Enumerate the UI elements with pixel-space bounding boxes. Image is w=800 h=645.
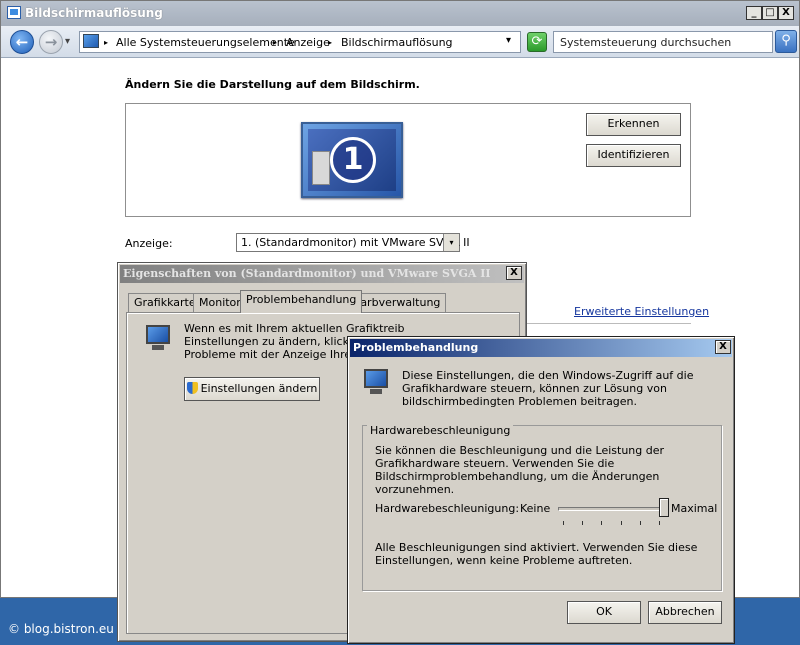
acceleration-slider-track[interactable]: [558, 507, 664, 511]
identify-button[interactable]: Identifizieren: [586, 144, 681, 167]
search-button[interactable]: ⚲: [775, 30, 797, 53]
display-settings-icon: [7, 6, 21, 19]
slider-tick: [601, 521, 603, 525]
troubleshoot-dialog-titlebar[interactable]: Problembehandlung: [350, 339, 732, 357]
breadcrumb-separator-icon: ▸: [104, 38, 109, 47]
window-titlebar[interactable]: Bildschirmauflösung _ □ X: [1, 1, 799, 26]
forward-arrow-icon: →: [44, 33, 58, 51]
properties-close-button[interactable]: X: [506, 266, 522, 280]
slider-tick: [563, 521, 564, 525]
properties-dialog-title: Eigenschaften von (Standardmonitor) und …: [123, 267, 491, 280]
navigation-bar: ← → ▾ ▸ Alle Systemsteuerungselemente ▸ …: [1, 26, 799, 58]
computer-icon: [362, 369, 390, 395]
computer-icon: [144, 325, 172, 351]
back-arrow-icon: ←: [15, 33, 29, 51]
cancel-button[interactable]: Abbrechen: [648, 601, 722, 624]
acceleration-slider-thumb[interactable]: [659, 498, 669, 517]
back-button[interactable]: ←: [10, 30, 34, 54]
window-thumbnail-icon: [312, 151, 330, 185]
tab-grafikkarte[interactable]: Grafikkarte: [128, 293, 202, 312]
monitor-number: 1: [330, 137, 376, 183]
window-title: Bildschirmauflösung: [25, 6, 163, 20]
slider-tick: [620, 521, 622, 525]
recent-pages-dropdown[interactable]: ▾: [65, 36, 70, 47]
troubleshoot-description: Diese Einstellungen, die den Windows-Zug…: [402, 369, 694, 408]
refresh-icon: ⟳: [531, 34, 543, 49]
change-settings-button[interactable]: Einstellungen ändern: [184, 377, 320, 401]
uac-shield-icon: [186, 382, 198, 394]
watermark: © blog.bistron.eu: [8, 622, 114, 636]
chevron-down-icon[interactable]: ▾: [443, 234, 459, 251]
change-settings-label: Einstellungen ändern: [200, 382, 318, 395]
display-select-value: 1. (Standardmonitor) mit VMware SVGA II: [241, 236, 470, 249]
search-icon: ⚲: [781, 33, 791, 48]
tab-monitor[interactable]: Monitor: [193, 293, 247, 312]
monitor-screen: 1: [308, 129, 396, 191]
close-button[interactable]: X: [778, 6, 794, 20]
slider-min-label: Keine: [520, 502, 551, 515]
detect-button[interactable]: Erkennen: [586, 113, 681, 136]
page-heading: Ändern Sie die Darstellung auf dem Bilds…: [125, 78, 420, 91]
ok-button[interactable]: OK: [567, 601, 641, 624]
maximize-button[interactable]: □: [762, 6, 778, 20]
advanced-settings-link[interactable]: Erweiterte Einstellungen: [574, 305, 709, 318]
display-select[interactable]: 1. (Standardmonitor) mit VMware SVGA II …: [236, 233, 470, 252]
slider-max-label: Maximal: [671, 502, 718, 515]
tab-problembehandlung[interactable]: Problembehandlung: [240, 290, 363, 313]
minimize-button[interactable]: _: [746, 6, 762, 20]
tab-farbverwaltung[interactable]: Farbverwaltung: [349, 293, 447, 312]
breadcrumb-item-display[interactable]: Anzeige: [286, 36, 330, 49]
acceleration-status-text: Alle Beschleunigungen sind aktiviert. Ve…: [375, 541, 698, 567]
refresh-button[interactable]: ⟳: [527, 32, 547, 52]
breadcrumb-item-screen-resolution[interactable]: Bildschirmauflösung: [341, 36, 453, 49]
breadcrumb-separator-icon: ▸: [273, 38, 278, 47]
acceleration-slider-label: Hardwarebeschleunigung:: [375, 502, 520, 515]
breadcrumb-separator-icon: ▸: [328, 38, 333, 47]
control-panel-icon: [83, 34, 99, 48]
display-label: Anzeige:: [125, 237, 173, 250]
monitor-preview-area: 1 Erkennen Identifizieren: [125, 103, 691, 217]
slider-tick: [582, 521, 584, 525]
breadcrumb-item-all-control-panel[interactable]: Alle Systemsteuerungselemente: [116, 36, 295, 49]
properties-dialog-titlebar[interactable]: Eigenschaften von (Standardmonitor) und …: [120, 265, 524, 283]
group-description: Sie können die Beschleunigung und die Le…: [375, 444, 665, 496]
troubleshoot-dialog-title: Problembehandlung: [353, 341, 479, 354]
group-title: Hardwarebeschleunigung: [367, 424, 514, 437]
divider: [525, 323, 691, 324]
address-dropdown-icon[interactable]: ▾: [506, 35, 511, 46]
monitor-1-icon[interactable]: 1: [301, 122, 403, 198]
slider-tick: [639, 521, 641, 525]
slider-tick: [659, 521, 660, 525]
address-bar[interactable]: ▸ Alle Systemsteuerungselemente ▸ Anzeig…: [79, 31, 521, 53]
troubleshoot-dialog: Problembehandlung X Diese Einstellungen,…: [347, 336, 735, 644]
text-line: Wenn es mit Ihrem aktuellen Grafiktreibe…: [184, 322, 404, 335]
search-input[interactable]: Systemsteuerung durchsuchen: [553, 31, 773, 53]
forward-button[interactable]: →: [39, 30, 63, 54]
troubleshoot-close-button[interactable]: X: [715, 340, 731, 354]
